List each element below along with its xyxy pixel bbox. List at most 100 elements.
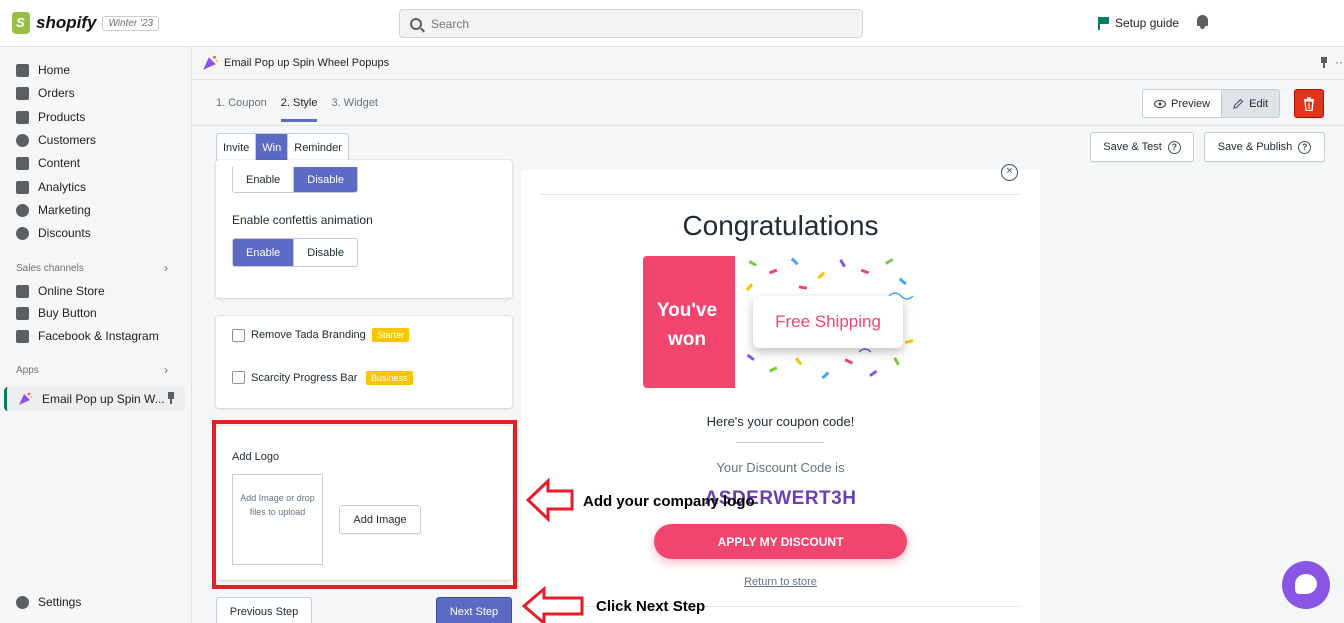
- home-icon: [16, 63, 29, 77]
- preview-label: Preview: [1171, 97, 1211, 110]
- edition-badge: Winter '23: [102, 15, 160, 31]
- sidebar-item-settings[interactable]: Settings: [16, 595, 81, 609]
- remove-branding-checkbox[interactable]: [232, 329, 245, 342]
- sidebar-item-orders[interactable]: Orders: [16, 86, 75, 100]
- help-icon: ?: [1167, 140, 1181, 154]
- save-test-label: Save & Test: [1103, 141, 1162, 153]
- divider: [736, 442, 824, 443]
- code-label: Your Discount Code is: [716, 460, 845, 475]
- sidebar-item-label: Settings: [38, 595, 82, 609]
- sidebar-item-label: Content: [38, 156, 81, 170]
- discount-icon: [16, 226, 29, 240]
- sidebar-item-label: Marketing: [38, 203, 91, 217]
- toggle-group: Enable Disable: [232, 167, 358, 193]
- party-popper-icon: [19, 392, 32, 405]
- top-bar: shopify Winter '23 Setup guide: [0, 0, 1344, 47]
- tab-coupon[interactable]: 1. Coupon: [216, 97, 267, 122]
- sidebar-item-home[interactable]: Home: [16, 63, 70, 77]
- apply-discount-button[interactable]: APPLY MY DISCOUNT: [654, 524, 907, 559]
- chevron-right-icon[interactable]: ›: [164, 363, 168, 377]
- preview-button[interactable]: Preview: [1143, 90, 1223, 117]
- sidebar-item-facebook-instagram[interactable]: Facebook & Instagram: [16, 329, 159, 343]
- ticket-won-text: You've won: [656, 300, 718, 350]
- bell-icon[interactable]: [1196, 15, 1209, 29]
- party-popper-icon: [203, 55, 218, 70]
- return-to-store-link[interactable]: Return to store: [521, 576, 1040, 588]
- disable-option[interactable]: Disable: [294, 239, 357, 266]
- sidebar-item-active-app[interactable]: Email Pop up Spin W...: [4, 387, 185, 411]
- preview-edit-toggle: Preview Edit: [1142, 89, 1281, 118]
- cart-icon: [16, 306, 29, 320]
- starter-badge: Starter: [372, 328, 410, 342]
- sidebar-item-products[interactable]: Products: [16, 110, 85, 124]
- pin-icon[interactable]: [167, 392, 175, 404]
- divider: [540, 194, 1019, 195]
- popup-preview: × Congratulations You've won Free Shippi…: [521, 164, 1040, 623]
- search-bar[interactable]: [399, 9, 863, 38]
- save-publish-label: Save & Publish: [1217, 141, 1293, 153]
- disable-option[interactable]: Disable: [294, 167, 357, 192]
- eye-icon: [1154, 99, 1166, 108]
- sidebar-item-content[interactable]: Content: [16, 156, 80, 170]
- sales-channels-label: Sales channels: [16, 263, 84, 274]
- sidebar-item-customers[interactable]: Customers: [16, 133, 96, 147]
- more-icon[interactable]: ··: [1335, 55, 1343, 69]
- save-publish-button[interactable]: Save & Publish?: [1204, 132, 1325, 162]
- business-badge: Business: [366, 371, 413, 385]
- next-step-button[interactable]: Next Step: [436, 597, 512, 623]
- sidebar-item-label: Discounts: [38, 226, 91, 240]
- edit-button[interactable]: Edit: [1222, 90, 1280, 117]
- sidebar-item-marketing[interactable]: Marketing: [16, 203, 91, 217]
- gear-icon: [16, 595, 29, 609]
- close-icon[interactable]: ×: [1001, 164, 1018, 181]
- sidebar-item-label: Products: [38, 110, 86, 124]
- content-icon: [16, 156, 29, 170]
- chevron-right-icon[interactable]: ›: [164, 261, 168, 275]
- sidebar-item-discounts[interactable]: Discounts: [16, 226, 91, 240]
- app-title: Email Pop up Spin Wheel Popups: [224, 57, 390, 69]
- sidebar-item-label: Orders: [38, 86, 75, 100]
- next-step-annotation-text: Click Next Step: [596, 598, 706, 615]
- social-icon: [16, 329, 29, 343]
- chat-button[interactable]: [1282, 561, 1330, 609]
- tab-win[interactable]: Win: [256, 134, 289, 161]
- save-test-button[interactable]: Save & Test?: [1090, 132, 1194, 162]
- app-canvas: 1. Coupon 2. Style 3. Widget Preview Edi…: [192, 80, 1344, 623]
- prize-card: Free Shipping: [753, 296, 903, 348]
- pin-icon[interactable]: [1320, 57, 1328, 69]
- confetti-toggle: Enable Disable: [232, 238, 358, 267]
- sidebar-item-online-store[interactable]: Online Store: [16, 284, 105, 298]
- help-icon: ?: [1298, 140, 1312, 154]
- enable-option[interactable]: Enable: [233, 167, 295, 192]
- sidebar-item-analytics[interactable]: Analytics: [16, 180, 86, 194]
- setup-guide-link[interactable]: Setup guide: [1098, 16, 1179, 30]
- tab-widget[interactable]: 3. Widget: [331, 97, 377, 122]
- tab-reminder[interactable]: Reminder: [288, 134, 348, 161]
- bar-chart-icon: [16, 180, 29, 194]
- previous-step-button[interactable]: Previous Step: [216, 597, 312, 623]
- popup-type-tabs: Invite Win Reminder: [216, 133, 349, 162]
- scarcity-checkbox[interactable]: [232, 371, 245, 384]
- sidebar-item-label: Customers: [38, 133, 97, 147]
- tab-style[interactable]: 2. Style: [280, 97, 318, 122]
- orders-icon: [16, 86, 29, 100]
- shopify-logo[interactable]: shopify Winter '23: [12, 12, 160, 34]
- arrow-left-annotation: [526, 478, 574, 522]
- tab-invite[interactable]: Invite: [217, 134, 257, 161]
- enable-option[interactable]: Enable: [233, 239, 295, 266]
- search-input[interactable]: [431, 16, 851, 31]
- chat-icon: [1295, 574, 1317, 594]
- divider: [192, 125, 1344, 126]
- apps-label: Apps: [16, 365, 39, 376]
- confetti-label: Enable confettis animation: [232, 213, 373, 227]
- sidebar-item-label: Buy Button: [38, 306, 97, 320]
- setup-guide-label: Setup guide: [1115, 16, 1180, 30]
- delete-button[interactable]: [1294, 89, 1324, 118]
- sidebar-item-buy-button[interactable]: Buy Button: [16, 306, 97, 320]
- branding-card: Remove Tada Branding Starter Scarcity Pr…: [216, 316, 512, 408]
- tag-icon: [16, 110, 29, 124]
- logo-text: shopify: [36, 13, 97, 32]
- arrow-left-annotation: [522, 586, 584, 623]
- flag-icon: [1098, 16, 1109, 30]
- trash-icon: [1304, 96, 1314, 111]
